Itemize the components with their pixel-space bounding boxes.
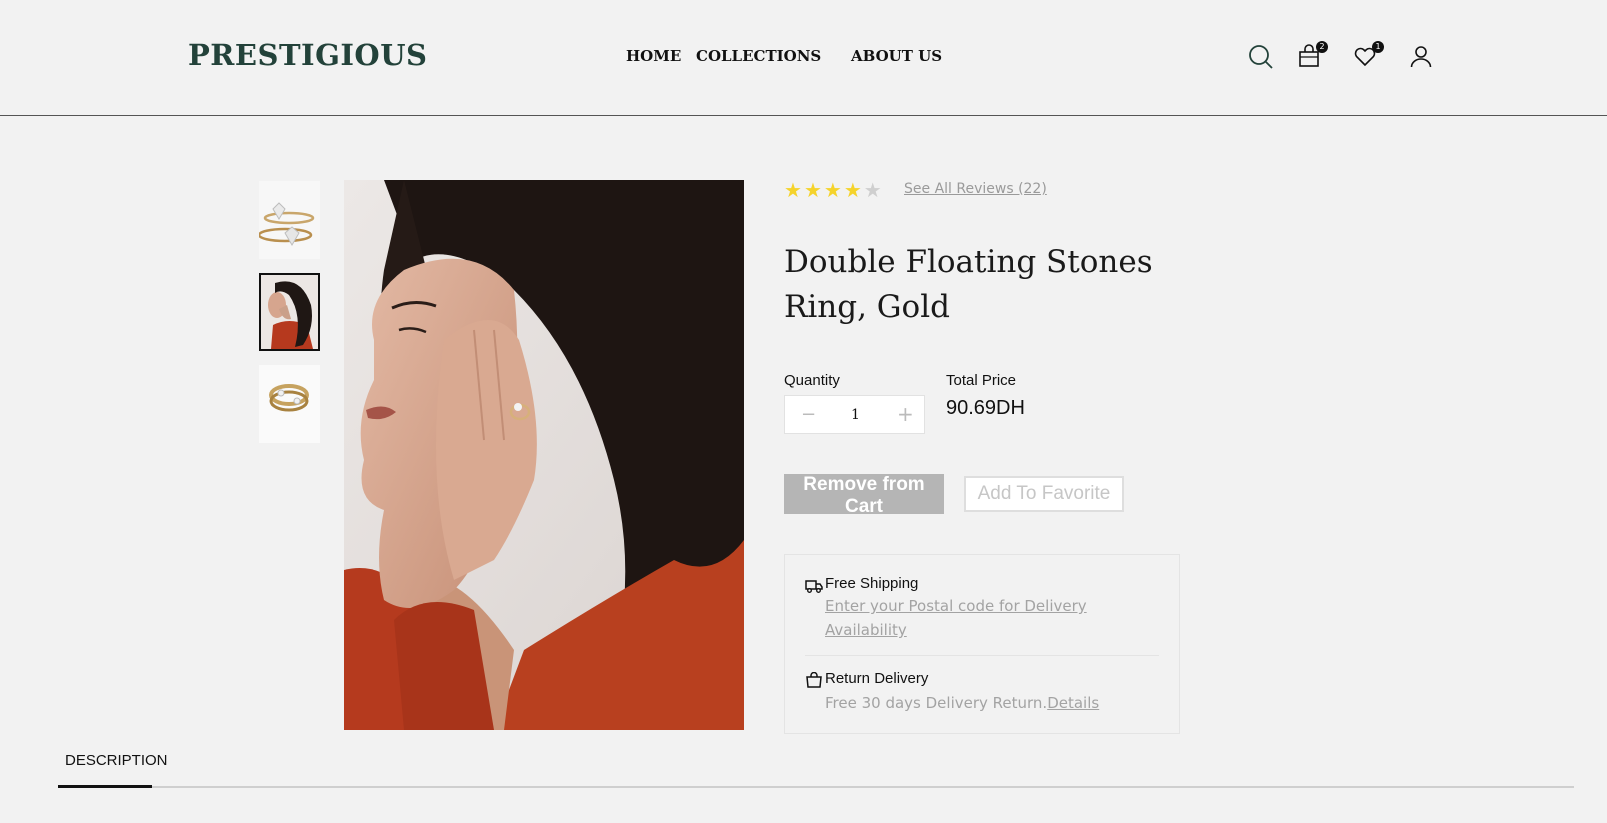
cart-icon[interactable]: 2 xyxy=(1297,41,1328,70)
truck-icon xyxy=(805,578,823,594)
star-empty-icon: ★ xyxy=(863,178,884,202)
user-icon[interactable] xyxy=(1409,44,1435,70)
site-header: PRESTIGIOUS HOME COLLECTIONS ABOUT US 2 … xyxy=(0,0,1607,116)
return-delivery-title: Return Delivery xyxy=(825,670,929,687)
see-all-reviews-link[interactable]: See All Reviews (22) xyxy=(904,181,1047,197)
wishlist-count-badge: 1 xyxy=(1372,41,1384,53)
quantity-stepper: − 1 + xyxy=(784,395,925,434)
divider xyxy=(805,655,1159,656)
quantity-decrease-button[interactable]: − xyxy=(801,404,816,425)
postal-code-link[interactable]: Enter your Postal code for Delivery Avai… xyxy=(825,594,1135,642)
nav-about-us[interactable]: ABOUT US xyxy=(851,47,942,65)
product-main-image xyxy=(344,180,744,730)
tab-active-indicator xyxy=(58,785,152,788)
tab-description[interactable]: DESCRIPTION xyxy=(65,752,168,769)
return-delivery-description: Free 30 days Delivery Return. xyxy=(825,694,1048,712)
quantity-increase-button[interactable]: + xyxy=(897,402,914,426)
star-icon: ★ xyxy=(823,178,844,202)
nav-home[interactable]: HOME xyxy=(626,47,681,65)
logo[interactable]: PRESTIGIOUS xyxy=(188,38,427,72)
free-shipping-title: Free Shipping xyxy=(825,575,919,592)
tab-bar-line xyxy=(58,786,1574,788)
thumbnail-model[interactable] xyxy=(259,273,320,351)
rating-stars: ★★★★★ xyxy=(784,178,884,202)
thumbnail-ring-side[interactable] xyxy=(259,365,320,443)
total-price-value: 90.69DH xyxy=(946,397,1025,419)
add-to-favorite-button[interactable]: Add To Favorite xyxy=(964,476,1124,512)
search-icon[interactable] xyxy=(1248,44,1274,70)
return-delivery-text: Free 30 days Delivery Return.Details xyxy=(825,691,1099,715)
nav-collections[interactable]: COLLECTIONS xyxy=(696,47,821,65)
thumbnail-ring-top[interactable] xyxy=(259,181,320,259)
star-icon: ★ xyxy=(784,178,804,202)
cart-count-badge: 2 xyxy=(1316,41,1328,53)
delivery-info-card: Free Shipping Enter your Postal code for… xyxy=(784,554,1180,734)
star-icon: ★ xyxy=(843,178,864,202)
star-icon: ★ xyxy=(803,178,824,202)
quantity-label: Quantity xyxy=(784,372,840,389)
return-details-link[interactable]: Details xyxy=(1047,694,1099,712)
quantity-value[interactable]: 1 xyxy=(851,407,860,423)
total-price-label: Total Price xyxy=(946,372,1017,389)
heart-icon[interactable]: 1 xyxy=(1353,41,1384,70)
product-title: Double Floating Stones Ring, Gold xyxy=(784,244,1153,325)
bag-icon xyxy=(805,671,823,688)
remove-from-cart-button[interactable]: Remove from Cart xyxy=(784,474,944,517)
